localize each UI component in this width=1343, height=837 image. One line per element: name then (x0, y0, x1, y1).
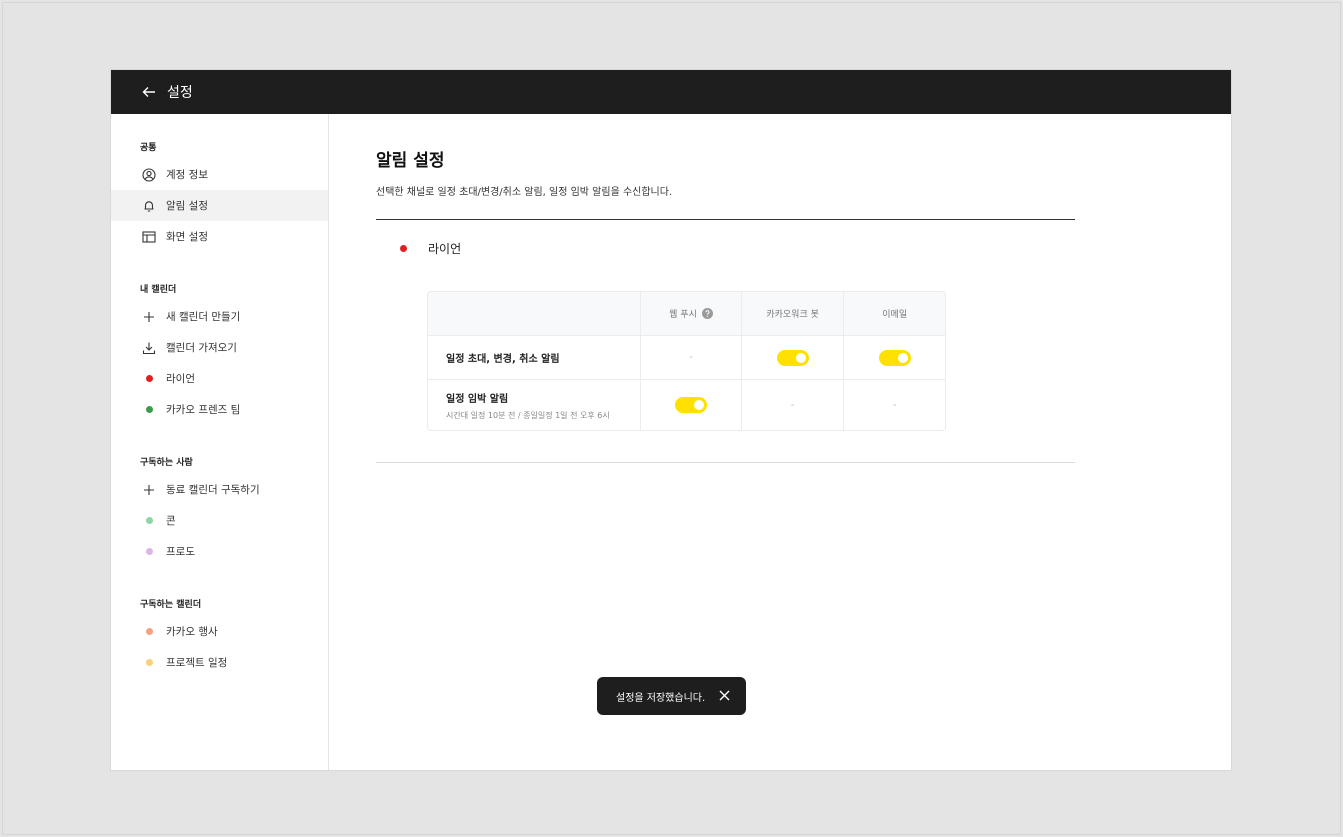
sidebar: 공통 계정 정보 알림 설정 화면 설정 내 캘린더 새 캘린더 만들기 캘린더… (111, 114, 329, 770)
calendar-color-dot (145, 375, 153, 382)
unavailable-dash: - (790, 399, 795, 411)
table-header-row: 웹 푸시 카카오워크 봇 이메일 (428, 292, 945, 335)
row-label: 일정 임박 알림 (446, 393, 509, 405)
divider (376, 462, 1075, 463)
sidebar-item-import-calendar[interactable]: 캘린더 가져오기 (111, 332, 328, 363)
sidebar-item-new-calendar[interactable]: 새 캘린더 만들기 (111, 301, 328, 332)
user-circle-icon (142, 167, 156, 182)
sidebar-item-label: 라이언 (166, 373, 195, 385)
sidebar-section-title: 공통 (140, 143, 157, 153)
calendar-color-dot (145, 406, 153, 413)
calendar-header: 라이언 (376, 240, 1231, 257)
sidebar-item-label: 계정 정보 (166, 169, 208, 181)
help-icon[interactable] (701, 308, 713, 319)
notification-table: 웹 푸시 카카오워크 봇 이메일 일정 초대, 변경, 취소 알림 - 일정 임… (427, 291, 946, 431)
sidebar-item-person-frodo[interactable]: 프로도 (111, 536, 328, 567)
sidebar-section-subscribed-calendars: 구독하는 캘린더 카카오 행사 프로젝트 일정 (111, 597, 328, 678)
row-label: 일정 초대, 변경, 취소 알림 (446, 354, 560, 365)
unavailable-dash: - (689, 352, 693, 363)
bell-icon (142, 199, 156, 213)
sidebar-item-kakao-events[interactable]: 카카오 행사 (111, 616, 328, 647)
table-row: 일정 초대, 변경, 취소 알림 - (428, 335, 945, 379)
sidebar-item-calendar-ryan[interactable]: 라이언 (111, 363, 328, 394)
column-header-email: 이메일 (843, 292, 945, 335)
sidebar-item-label: 캘린더 가져오기 (166, 342, 237, 354)
unavailable-dash: - (892, 399, 897, 411)
web-push-toggle-reminder[interactable] (675, 397, 708, 413)
plus-icon (142, 483, 156, 497)
table-row: 일정 임박 알림 시간대 일정 10분 전 / 종일일정 1일 전 오후 6시 … (428, 379, 945, 430)
toast-notification: 설정을 저장했습니다. (597, 677, 746, 715)
calendar-color-dot (400, 245, 407, 252)
sidebar-item-label: 새 캘린더 만들기 (166, 311, 241, 323)
page-header-title: 설정 (167, 85, 193, 101)
sidebar-item-account-info[interactable]: 계정 정보 (111, 159, 328, 190)
sidebar-item-subscribe-colleague[interactable]: 동료 캘린더 구독하기 (111, 474, 328, 505)
divider (376, 219, 1075, 220)
email-toggle-invite[interactable] (878, 349, 911, 366)
sidebar-item-person-con[interactable]: 콘 (111, 505, 328, 536)
back-arrow-icon[interactable] (141, 84, 157, 100)
page-description: 선택한 채널로 일정 초대/변경/취소 알림, 일정 임박 알림을 수신합니다. (376, 187, 673, 198)
sidebar-section-common: 공통 계정 정보 알림 설정 화면 설정 (111, 140, 328, 252)
sidebar-item-label: 프로도 (166, 546, 195, 558)
download-icon (142, 341, 156, 355)
sidebar-item-label: 동료 캘린더 구독하기 (166, 484, 260, 496)
sidebar-section-title: 내 캘린더 (140, 285, 177, 295)
kakaowork-bot-toggle-invite[interactable] (776, 349, 809, 366)
sidebar-section-title: 구독하는 캘린더 (140, 600, 202, 610)
calendar-color-dot (145, 628, 153, 635)
sidebar-section-subscribed-people: 구독하는 사람 동료 캘린더 구독하기 콘 프로도 (111, 455, 328, 567)
column-header-kakaowork-bot: 카카오워크 봇 (740, 292, 844, 335)
sidebar-item-display-settings[interactable]: 화면 설정 (111, 221, 328, 252)
settings-window: 설정 공통 계정 정보 알림 설정 화면 설정 내 캘린더 새 캘린더 만들기 … (110, 69, 1232, 771)
sidebar-item-calendar-friends-team[interactable]: 카카오 프렌즈 팀 (111, 394, 328, 425)
sidebar-item-notification-settings[interactable]: 알림 설정 (111, 190, 328, 221)
column-header-web-push: 웹 푸시 (640, 292, 741, 335)
sidebar-item-label: 알림 설정 (166, 200, 208, 212)
sidebar-item-label: 프로젝트 일정 (166, 657, 228, 669)
calendar-name: 라이언 (428, 242, 462, 256)
calendar-color-dot (145, 548, 153, 555)
row-sublabel: 시간대 일정 10분 전 / 종일일정 1일 전 오후 6시 (446, 410, 610, 420)
sidebar-item-label: 콘 (166, 515, 176, 527)
sidebar-section-my-calendars: 내 캘린더 새 캘린더 만들기 캘린더 가져오기 라이언 카카오 프렌즈 팀 (111, 282, 328, 425)
layout-icon (142, 230, 156, 244)
calendar-color-dot (145, 517, 153, 524)
main-content: 알림 설정 선택한 채널로 일정 초대/변경/취소 알림, 일정 임박 알림을 … (329, 114, 1231, 770)
calendar-color-dot (145, 659, 153, 666)
page-title: 알림 설정 (376, 151, 445, 171)
plus-icon (142, 310, 156, 324)
toast-message: 설정을 저장했습니다. (616, 692, 706, 704)
sidebar-item-label: 카카오 프렌즈 팀 (166, 404, 241, 416)
top-bar: 설정 (111, 70, 1231, 114)
sidebar-item-project-schedule[interactable]: 프로젝트 일정 (111, 647, 328, 678)
sidebar-item-label: 화면 설정 (166, 231, 208, 243)
close-icon[interactable] (718, 689, 731, 702)
sidebar-section-title: 구독하는 사람 (140, 458, 193, 468)
sidebar-item-label: 카카오 행사 (166, 626, 218, 638)
